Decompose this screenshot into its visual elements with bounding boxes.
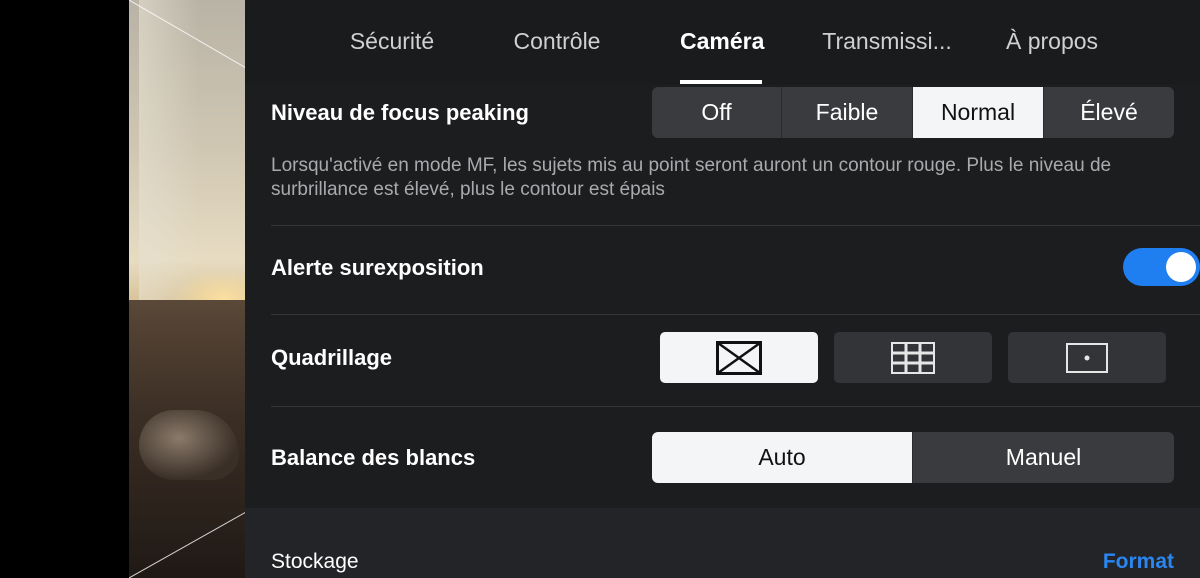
tab-label: Caméra (680, 28, 765, 54)
camera-preview[interactable] (129, 0, 246, 578)
tab-label: Transmissi... (822, 28, 952, 54)
grid-thirds-icon (891, 341, 935, 374)
white-balance-label: Balance des blancs (271, 445, 476, 470)
active-tab-indicator (680, 80, 762, 84)
focus-peaking-eleve[interactable]: Élevé (1044, 87, 1174, 138)
grid-option-thirds[interactable] (834, 332, 992, 383)
settings-panel: Sécurité Contrôle Caméra Transmissi... À… (245, 0, 1200, 578)
divider (271, 314, 1200, 315)
format-button[interactable]: Format (1103, 550, 1174, 574)
grid-option-diagonal[interactable] (660, 332, 818, 383)
focus-peaking-selector: Off Faible Normal Élevé (652, 87, 1174, 138)
divider (271, 406, 1200, 407)
overexposure-label: Alerte surexposition (271, 255, 484, 280)
divider (271, 225, 1200, 226)
tab-securite[interactable]: Sécurité (347, 28, 437, 84)
storage-label: Stockage (271, 550, 359, 573)
tab-label: Contrôle (513, 28, 601, 54)
diagonal-grid-overlay (129, 0, 246, 578)
white-balance-manuel[interactable]: Manuel (913, 432, 1174, 483)
tab-label: Sécurité (349, 28, 435, 54)
grid-diagonal-icon (716, 340, 762, 375)
grid-option-center[interactable] (1008, 332, 1166, 383)
grid-label: Quadrillage (271, 345, 393, 370)
tab-a-propos[interactable]: À propos (1003, 28, 1101, 84)
white-balance-auto[interactable]: Auto (652, 432, 913, 483)
toggle-knob (1166, 252, 1196, 282)
focus-peaking-label: Niveau de focus peaking (271, 100, 529, 125)
overexposure-toggle[interactable] (1123, 248, 1200, 286)
focus-peaking-normal[interactable]: Normal (913, 87, 1044, 138)
tab-controle[interactable]: Contrôle (511, 28, 603, 84)
tab-label: À propos (1005, 28, 1099, 54)
focus-peaking-off[interactable]: Off (652, 87, 782, 138)
storage-section: Stockage Format (245, 508, 1200, 578)
grid-center-point-icon (1066, 342, 1108, 373)
tab-bar: Sécurité Contrôle Caméra Transmissi... À… (245, 0, 1200, 84)
tab-camera[interactable]: Caméra (680, 28, 765, 84)
focus-peaking-faible[interactable]: Faible (782, 87, 913, 138)
focus-peaking-description: Lorsqu'activé en mode MF, les sujets mis… (271, 155, 1112, 200)
white-balance-selector: Auto Manuel (652, 432, 1174, 483)
app-screen: Sécurité Contrôle Caméra Transmissi... À… (0, 0, 1200, 578)
tab-transmission[interactable]: Transmissi... (820, 28, 954, 84)
